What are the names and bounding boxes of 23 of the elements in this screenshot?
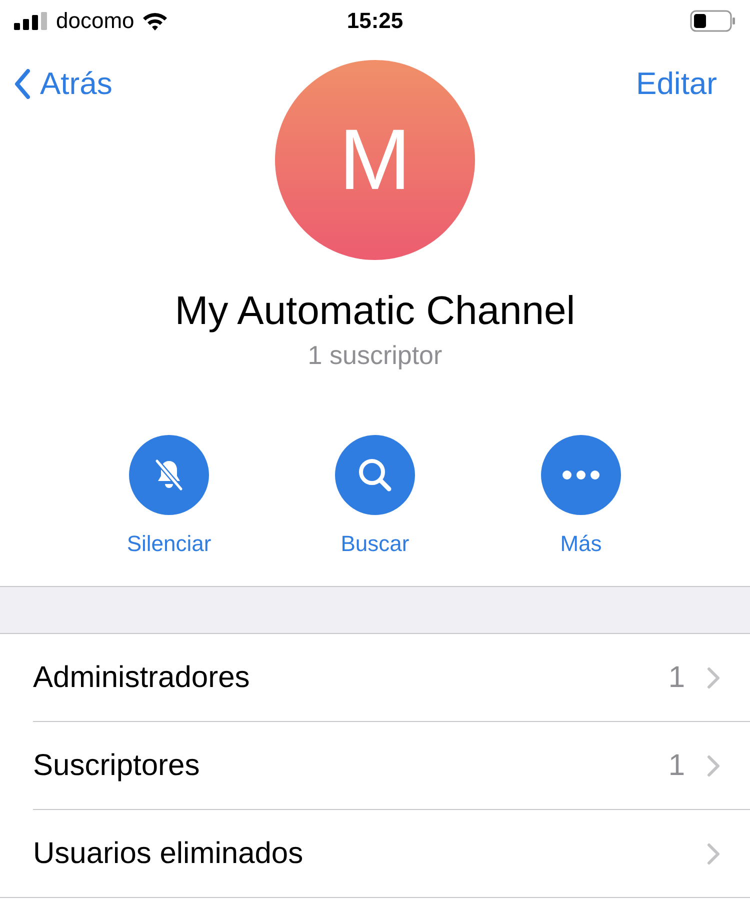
subscriber-count: 1 suscriptor bbox=[306, 339, 444, 371]
more-icon bbox=[561, 469, 601, 481]
row-count: 1 bbox=[668, 660, 685, 694]
signal-icon bbox=[14, 12, 48, 30]
row-count: 1 bbox=[668, 748, 685, 782]
settings-row[interactable]: Usuarios eliminados bbox=[0, 810, 750, 898]
clock-time: 15:25 bbox=[346, 8, 404, 34]
back-button[interactable]: Atrás bbox=[14, 66, 112, 102]
wifi-icon bbox=[142, 11, 168, 31]
carrier-name: docomo bbox=[56, 8, 134, 34]
chevron-left-icon bbox=[14, 69, 30, 99]
chevron-right-icon bbox=[707, 666, 720, 688]
battery-icon bbox=[690, 10, 736, 32]
settings-row[interactable]: Administradores 1 bbox=[33, 634, 750, 722]
edit-button[interactable]: Editar bbox=[636, 66, 717, 102]
action-label: Buscar bbox=[340, 530, 410, 558]
settings-row[interactable]: Suscriptores 1 bbox=[33, 722, 750, 810]
chevron-right-icon bbox=[707, 754, 720, 776]
action-label: Más bbox=[560, 530, 602, 558]
action-label: Silenciar bbox=[126, 530, 212, 558]
channel-avatar: M bbox=[275, 60, 475, 260]
channel-name: My Automatic Channel bbox=[174, 288, 576, 335]
chevron-right-icon bbox=[707, 842, 720, 864]
